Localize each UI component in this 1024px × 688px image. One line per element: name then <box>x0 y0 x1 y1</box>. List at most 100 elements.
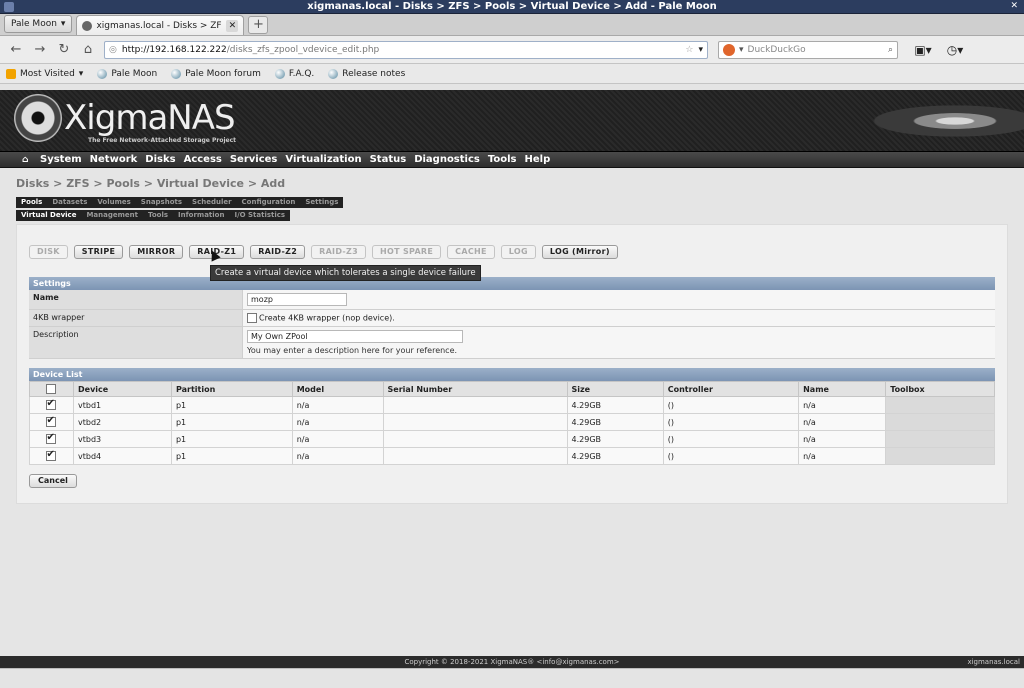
xigmanas-logo[interactable]: XigmaNAS <box>14 94 236 142</box>
cell-device: vtbd2 <box>73 413 172 431</box>
site-identity-icon[interactable]: ◎ <box>109 45 117 55</box>
app-menu-button[interactable]: Pale Moon ▾ <box>4 15 73 33</box>
search-icon[interactable]: ⌕ <box>888 45 893 55</box>
page-footer: Copyright © 2018-2021 XigmaNAS® <info@xi… <box>0 656 1024 668</box>
description-input[interactable]: My Own ZPool <box>247 330 463 343</box>
col-device: Device <box>73 381 172 397</box>
tab-io-statistics[interactable]: I/O Statistics <box>229 210 290 221</box>
site-banner: XigmaNAS The Free Network-Attached Stora… <box>0 90 1024 152</box>
logo-tagline: The Free Network-Attached Storage Projec… <box>88 137 236 144</box>
home-icon[interactable]: ⌂ <box>22 155 32 165</box>
cell-model: n/a <box>291 447 384 465</box>
wrapper-checkbox[interactable] <box>247 313 257 323</box>
cell-controller: () <box>662 413 800 431</box>
tab-tools[interactable]: Tools <box>143 210 173 221</box>
menu-virtualization[interactable]: Virtualization <box>285 154 361 165</box>
menu-system[interactable]: System <box>40 154 82 165</box>
menu-tools[interactable]: Tools <box>488 154 517 165</box>
menu-network[interactable]: Network <box>90 154 138 165</box>
bookmark-label: Pale Moon <box>111 68 158 79</box>
url-bar[interactable]: ◎ http://192.168.122.222/disks_zfs_zpool… <box>104 40 708 59</box>
forward-arrow-icon[interactable]: → <box>30 40 50 60</box>
history-menu-icon[interactable]: ◷▾ <box>944 41 966 59</box>
search-engine-dropdown-icon[interactable]: ▾ <box>739 45 744 55</box>
tab-configuration[interactable]: Configuration <box>237 197 301 208</box>
cell-toolbox <box>885 430 995 448</box>
device-checkbox[interactable] <box>45 398 56 410</box>
close-window-icon[interactable]: ✕ <box>1010 1 1018 11</box>
bookmark-most-visited[interactable]: Most Visited ▾ <box>6 68 83 79</box>
bookmark-label: Pale Moon forum <box>185 68 261 79</box>
footer-copyright[interactable]: Copyright © 2018-2021 XigmaNAS® <info@xi… <box>404 658 619 666</box>
cell-name: n/a <box>798 430 887 448</box>
tab-virtual-device[interactable]: Virtual Device <box>16 210 81 221</box>
device-checkbox[interactable] <box>45 449 56 461</box>
hard-drive-image <box>794 90 1024 152</box>
search-placeholder: DuckDuckGo <box>747 44 806 55</box>
bookmark-label: F.A.Q. <box>288 68 315 79</box>
device-checkbox[interactable] <box>45 432 56 444</box>
mirror-button[interactable]: MIRROR <box>129 245 184 259</box>
wrapper-label: 4KB wrapper <box>29 310 243 326</box>
tab-management[interactable]: Management <box>81 210 143 221</box>
cell-name: n/a <box>798 396 887 414</box>
tab-information[interactable]: Information <box>173 210 229 221</box>
description-label: Description <box>29 327 243 358</box>
bookmarks-menu-icon[interactable]: ▣▾ <box>912 41 934 59</box>
tab-scheduler[interactable]: Scheduler <box>187 197 237 208</box>
wrapper-row: 4KB wrapper Create 4KB wrapper (nop devi… <box>29 310 995 327</box>
log-mirror-button[interactable]: LOG (Mirror) <box>541 245 618 259</box>
menu-services[interactable]: Services <box>230 154 278 165</box>
cell-serial <box>382 396 568 414</box>
name-input[interactable]: mozp <box>247 293 347 306</box>
url-dropdown-icon[interactable]: ▾ <box>698 45 703 55</box>
select-all-checkbox[interactable] <box>45 384 56 394</box>
cell-partition: p1 <box>170 430 293 448</box>
table-row: vtbd3 p1 n/a 4.29GB () n/a <box>29 430 995 448</box>
menu-help[interactable]: Help <box>524 154 550 165</box>
cancel-button[interactable]: Cancel <box>29 474 77 488</box>
breadcrumb: Disks > ZFS > Pools > Virtual Device > A… <box>16 177 286 190</box>
bookmark-pale-moon[interactable]: Pale Moon <box>97 68 158 79</box>
device-checkbox[interactable] <box>45 415 56 427</box>
col-partition: Partition <box>170 381 293 397</box>
vdev-type-buttons: DISK STRIPE MIRROR RAID-Z1 RAID-Z2 RAID-… <box>29 245 995 259</box>
cell-model: n/a <box>291 413 384 431</box>
nav-right-tools: ▣▾ ◷▾ <box>912 41 966 59</box>
search-input[interactable]: ▾ DuckDuckGo ⌕ <box>718 40 898 59</box>
back-arrow-icon[interactable]: ← <box>6 40 26 60</box>
col-size: Size <box>566 381 664 397</box>
duckduckgo-icon[interactable] <box>723 43 735 56</box>
browser-tab[interactable]: xigmanas.local - Disks > ZFS ... ✕ <box>76 15 245 35</box>
menu-access[interactable]: Access <box>184 154 222 165</box>
raid-z2-button[interactable]: RAID-Z2 <box>250 245 306 259</box>
cell-serial <box>382 413 568 431</box>
menu-disks[interactable]: Disks <box>145 154 175 165</box>
stripe-button[interactable]: STRIPE <box>73 245 124 259</box>
cell-toolbox <box>885 396 995 414</box>
site-favicon-icon <box>82 20 93 31</box>
bookmark-faq[interactable]: F.A.Q. <box>274 68 315 79</box>
tab-settings[interactable]: Settings <box>300 197 343 208</box>
url-text: http://192.168.122.222/disks_zfs_zpool_v… <box>121 44 380 55</box>
bookmark-star-icon[interactable]: ☆ <box>685 45 693 55</box>
tab-datasets[interactable]: Datasets <box>47 197 92 208</box>
disk-button: DISK <box>29 245 68 259</box>
tab-pools[interactable]: Pools <box>16 197 47 208</box>
reload-icon[interactable]: ↻ <box>54 40 74 60</box>
chevron-down-icon: ▾ <box>60 19 66 29</box>
cache-button: CACHE <box>447 245 495 259</box>
menu-diagnostics[interactable]: Diagnostics <box>414 154 480 165</box>
tab-close-icon[interactable]: ✕ <box>226 19 239 32</box>
bookmark-release-notes[interactable]: Release notes <box>328 68 405 79</box>
tab-snapshots[interactable]: Snapshots <box>136 197 187 208</box>
menu-status[interactable]: Status <box>370 154 407 165</box>
description-row: Description My Own ZPool You may enter a… <box>29 327 995 359</box>
new-tab-button[interactable]: + <box>248 16 269 34</box>
col-controller: Controller <box>662 381 800 397</box>
browser-status-bar <box>0 668 1024 688</box>
cell-toolbox <box>885 447 995 465</box>
home-icon[interactable]: ⌂ <box>78 40 98 60</box>
bookmark-pale-moon-forum[interactable]: Pale Moon forum <box>171 68 261 79</box>
tab-volumes[interactable]: Volumes <box>92 197 135 208</box>
